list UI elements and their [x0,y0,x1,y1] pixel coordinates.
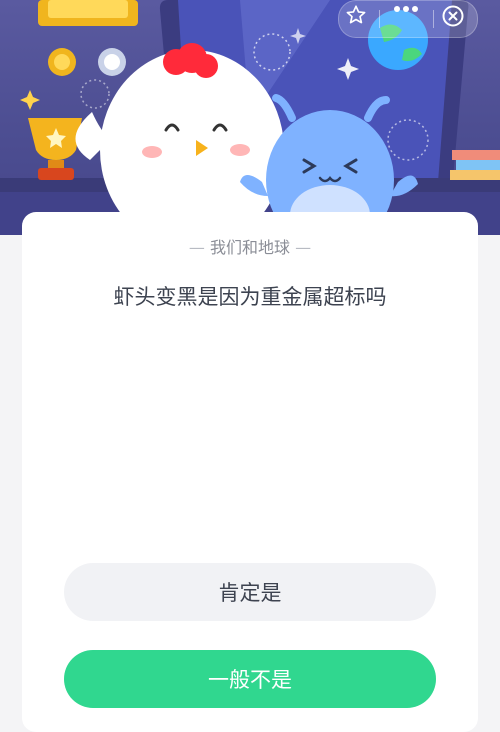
answer-option-b-label: 一般不是 [208,668,292,692]
quiz-topic: — 我们和地球 — [22,234,478,258]
favorite-button[interactable] [345,4,375,34]
banner [0,0,500,235]
answer-option-a-label: 肯定是 [218,581,282,605]
answer-option-a[interactable]: 肯定是 [64,563,436,621]
topic-dash-left: — [188,238,205,257]
topic-label: 我们和地球 [209,238,290,257]
close-circle-icon [442,5,464,27]
topic-dash-right: — [295,238,312,257]
close-button[interactable] [441,4,471,34]
question-text: 虾头变黑是因为重金属超标吗 [113,285,387,309]
more-dots-icon [394,6,418,12]
more-button[interactable] [393,4,423,34]
star-icon [346,5,366,24]
answer-option-b[interactable]: 一般不是 [64,650,436,708]
capsule-divider [379,10,380,28]
capsule-divider [433,10,434,28]
quiz-card: — 我们和地球 — 虾头变黑是因为重金属超标吗 肯定是 一般不是 [22,212,478,732]
mini-program-capsule [338,0,478,38]
